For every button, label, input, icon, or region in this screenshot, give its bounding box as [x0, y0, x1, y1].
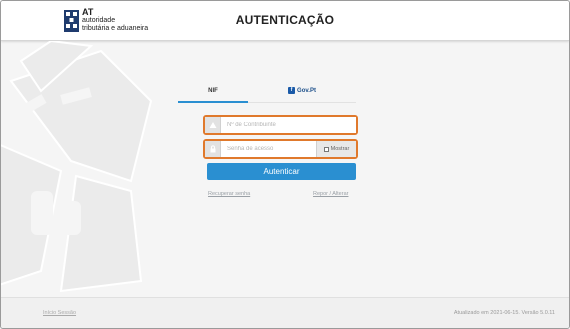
footer: Início Sessão Atualizado em 2021-06-15. …: [1, 297, 569, 328]
lock-icon: [205, 141, 221, 157]
version-text: Atualizado em 2021-06-15. Versão 5.0.11: [453, 310, 555, 316]
auth-tabs: NIF f Gov.Pt: [178, 85, 356, 103]
show-password-toggle[interactable]: Mostrar: [316, 141, 356, 157]
password-input[interactable]: [221, 141, 316, 157]
tab-nif[interactable]: NIF: [178, 85, 248, 103]
nif-field: [203, 115, 358, 135]
tab-govpt-label: Gov.Pt: [297, 88, 316, 94]
tab-nif-label: NIF: [208, 88, 218, 94]
facebook-icon: f: [288, 86, 296, 94]
nif-input[interactable]: [221, 117, 356, 133]
authenticate-button[interactable]: Autenticar: [207, 163, 356, 180]
reset-password-link[interactable]: Repor / Alterar: [313, 191, 348, 197]
password-field: Mostrar: [203, 139, 358, 159]
app-window: AT autoridade tributária e aduaneira AUT…: [0, 0, 570, 329]
tab-govpt[interactable]: f Gov.Pt: [248, 85, 356, 103]
header: AT autoridade tributária e aduaneira AUT…: [1, 1, 569, 41]
show-password-label: Mostrar: [330, 146, 350, 152]
page-title: AUTENTICAÇÃO: [235, 13, 335, 27]
start-session-link[interactable]: Início Sessão: [43, 310, 76, 316]
show-password-checkbox[interactable]: [323, 146, 329, 152]
background-watermark-icon: [1, 41, 153, 293]
user-icon: [205, 117, 221, 133]
recover-password-link[interactable]: Recuperar senha: [208, 191, 250, 197]
